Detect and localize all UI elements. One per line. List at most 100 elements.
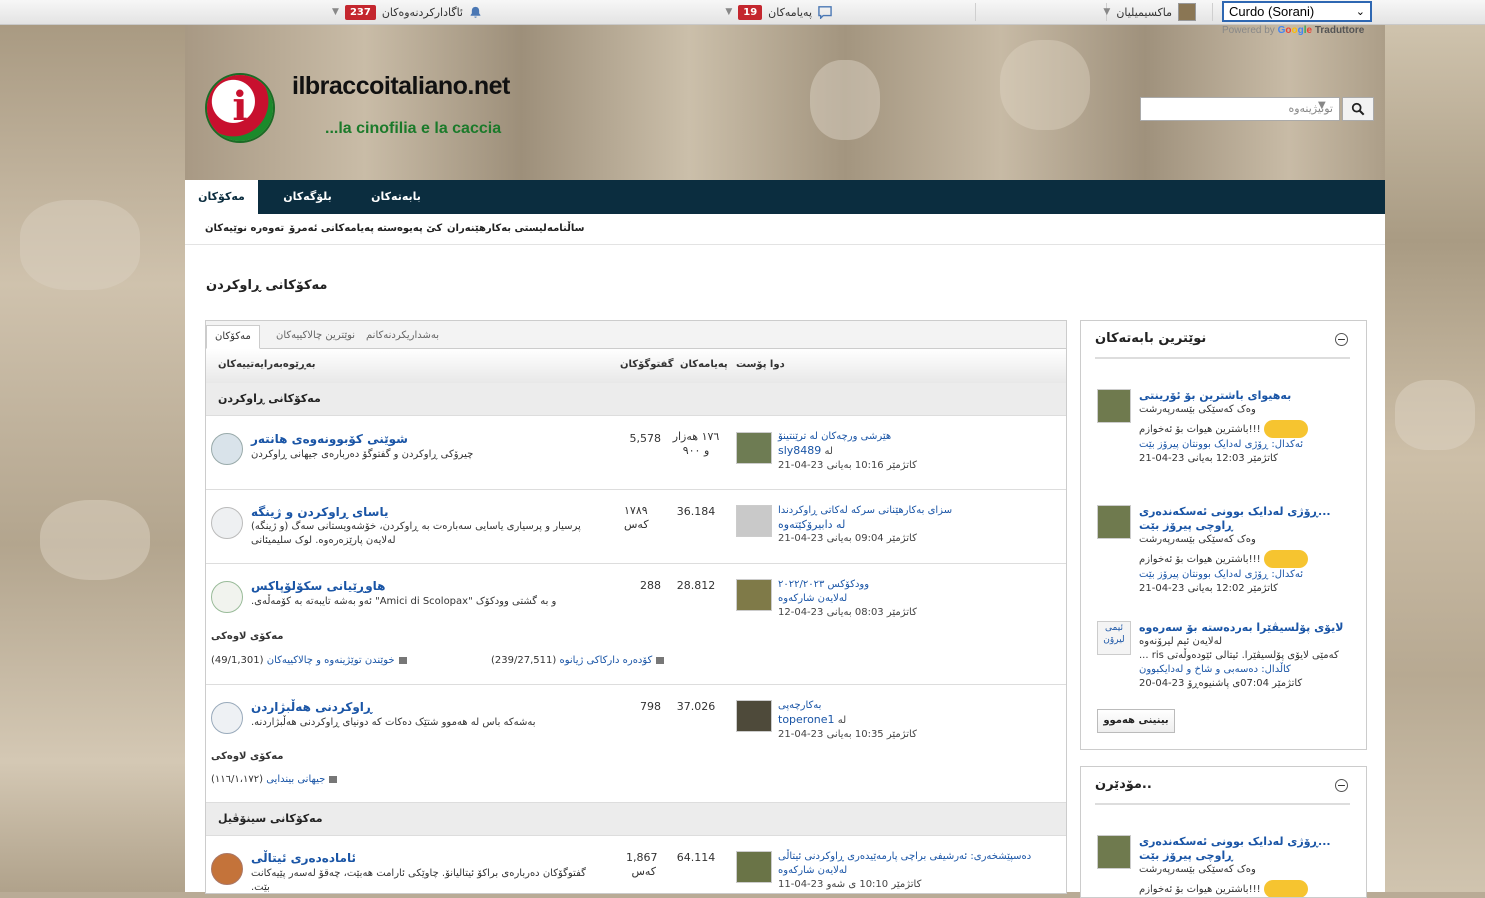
list-item: بەهیوای باشترین بۆ ئۆرینتی وەک کەسێکی بێ… [1095,389,1355,479]
subforum-link[interactable]: کۆدەرە دارکاکی ژیانوە (239/27,511) [491,655,665,666]
tab-forums-list[interactable]: مەکۆکان [206,325,260,349]
subnav-member-list[interactable]: لیستی بەکارهێنەران [447,223,547,234]
forum-table-header: بەڕێوەبەرایەتییەکان گفتوگۆکان پەیامەکان … [206,349,1066,384]
messages-menu[interactable]: پەیامەکان 19 ▼ [725,0,832,24]
translate-brand: Traduttore [1314,25,1365,36]
divider [1095,357,1350,359]
language-select-value: Curdo (Sorani) [1229,4,1315,19]
topic-date: کاتژمێر 12:03 بەیانی ‎21-04-23 [1139,453,1278,464]
chevron-down-icon: ⌄ [1355,6,1365,18]
last-post-date: کاتژمێر 10:35 بەیانی ‎21-04-23 [778,729,917,740]
last-post-user[interactable]: لەلایەن شارکەوە [778,864,1058,878]
last-post-title[interactable]: هێرشی ورچەکان لە ترێنتینۆ [778,430,1058,444]
notifications-menu[interactable]: ئاگادارکردنەوەکان 237 ▼ [332,0,482,24]
avatar [1178,3,1196,21]
topic-user: لەلایەن ئیم لیرۆنەوە [1139,636,1223,647]
subforum-link[interactable]: خوێندن توێژینەوە و چالاکییەکان (49/1,301… [211,655,407,666]
language-select[interactable]: Curdo (Sorani) ⌄ [1222,1,1372,22]
avatar[interactable]: ئیمی لیرۆن [1097,621,1131,655]
tab-my-participation[interactable]: بەشداریکردنەکانم [358,325,447,347]
last-post-user[interactable]: لە دابیرۆکێتەوە [778,518,1058,532]
topics-count: 288 [640,579,661,592]
main-nav: مەکۆکان بلۆگەکان بابەتەکان [185,180,1385,214]
top-bar: ئاگادارکردنەوەکان 237 ▼ پەیامەکان 19 ▼ م… [0,0,1485,25]
subnav-todays-posts[interactable]: پەیامەکانی ئەمرۆ [289,223,374,234]
tab-latest-activity[interactable]: نوێترین چالاکییەکان [268,325,363,347]
topic-user: وەک کەسێکی بێسەرپەرشت [1139,864,1256,875]
category-header[interactable]: مەکۆکانی سینۆڤیل [206,803,1066,836]
see-all-button[interactable]: بینینی هەموو [1097,709,1175,733]
last-post-title[interactable]: دەسپێشخەری: ئەرشیفی براچی پارمەێیدەری ڕا… [778,850,1058,864]
forum-title[interactable]: ئامادەدەری ئیتاڵی [251,851,356,865]
collapse-icon[interactable]: − [1335,779,1348,792]
site-name[interactable]: ilbraccoitaliano.net [292,72,510,101]
messages-badge: 19 [738,4,763,20]
chevron-down-icon: ▼ [1103,7,1111,17]
last-post: سزای بەکارهێنانی سرکە لەکاتی ڕاوکردندا ل… [778,504,1058,546]
forum-row: هاوڕێیانی سکۆلۆپاکس و بە گشتی وودکۆک "Am… [206,564,1066,685]
divider [1095,803,1350,805]
latest-topics-widget: نوێترین بابەتەکان − بەهیوای باشترین بۆ ئ… [1080,320,1367,750]
forum-row: ئامادەدەری ئیتاڵی گفتوگۆکان دەربارەی برا… [206,836,1066,893]
avatar[interactable] [1097,835,1131,869]
user-menu[interactable]: ماکسیمیلیان ▼ [1103,0,1196,24]
tab-articles[interactable]: بابەتەکان [357,180,435,214]
chevron-down-icon[interactable]: ▼ [1318,100,1326,111]
page-title: مەکۆکانی ڕاوکردن [206,278,328,293]
forum-title[interactable]: شوێنی کۆبوونەوەی هانتەر [251,432,408,446]
chat-icon [818,5,832,19]
last-post-user[interactable]: toperone1 [778,713,835,726]
forum-description: بەشەکە باس لە هەموو شتێک دەکات کە دونیای… [251,717,536,728]
last-post: دەسپێشخەری: ئەرشیفی براچی پارمەێیدەری ڕا… [778,850,1058,892]
topic-title[interactable]: ...ڕۆژی لەدایک بوونی ئەسکەندەری ڕاوچی پی… [1139,505,1351,533]
forum-row: ڕاوکردنی هەڵبژاردن بەشەکە باس لە هەموو ش… [206,685,1066,803]
last-post-date: کاتژمێر 09:04 بەیانی ‎21-04-23 [778,533,917,544]
last-post-thumbnail[interactable] [736,700,772,732]
forum-title[interactable]: ڕاوکردنی هەڵبژاردن [251,700,372,714]
col-posts: پەیامەکان [680,359,728,370]
forum-list: مەکۆکان نوێترین چالاکییەکان بەشداریکردنە… [205,320,1067,894]
topic-title[interactable]: لایۆی پۆلسیڤێرا بەردەستە بۆ سەرەوە [1139,621,1351,635]
last-post-title[interactable]: وودکۆکس ٢٠٢٢/٢٠٢٣ [778,578,1058,592]
posts-count: 36.184 [676,505,716,518]
last-post-user[interactable]: لەلایەن شارکەوە [778,592,1058,606]
subnav-new-topics[interactable]: تەوەرە نوێیەکان [205,223,284,234]
topic-title[interactable]: ...ڕۆژی لەدایک بوونی ئەسکەندەری ڕاوچی پی… [1139,835,1351,863]
smiley-icon [1263,550,1308,568]
user-name: ماکسیمیلیان [1116,5,1172,19]
list-item: ئیمی لیرۆن لایۆی پۆلسیڤێرا بەردەستە بۆ س… [1095,621,1355,701]
smiley-icon [1263,420,1308,438]
chevron-down-icon: ▼ [725,7,733,17]
subforums-label: مەکۆی لاوەکی [211,751,284,762]
search-input[interactable]: تونیژینەوە [1140,97,1340,121]
last-post-user[interactable]: sly8489 [778,444,821,457]
search-button[interactable] [1342,97,1374,121]
forum-icon [211,433,243,465]
subforums-label: مەکۆی لاوەکی [211,631,284,642]
last-post-thumbnail[interactable] [736,851,772,883]
topic-last-reply[interactable]: ئەکدال: ڕۆژی لەدایک بوونتان پیرۆز بێت [1139,438,1351,452]
tab-forums[interactable]: مەکۆکان [185,180,258,214]
last-post-thumbnail[interactable] [736,579,772,611]
subforum-link[interactable]: جیهانی بیندایی (١١٦/١،١٧٢) [211,774,338,785]
subnav-who-online[interactable]: کێ پەیوەستە [377,223,442,234]
tab-blogs[interactable]: بلۆگەکان [258,180,357,214]
last-post-title[interactable]: بەکارچەپی [778,699,1058,713]
forum-icon [211,581,243,613]
last-post-thumbnail[interactable] [736,505,772,537]
avatar[interactable] [1097,505,1131,539]
topic-last-reply[interactable]: کاڵدال: دەسەبی و شاخ و لەدایکبوون [1139,663,1351,677]
topic-last-reply[interactable]: ئەکدال: ڕۆژی لەدایک بوونتان پیرۆز بێت [1139,568,1351,582]
collapse-icon[interactable]: − [1335,333,1348,346]
subnav-calendar[interactable]: ساڵنامە [547,223,584,234]
forum-description: و بە گشتی وودکۆک "Amici di Scolopax" ئەو… [251,596,557,607]
widget-title: نوێترین بابەتەکان [1095,331,1207,346]
last-post-title[interactable]: سزای بەکارهێنانی سرکە لەکاتی ڕاوکردندا [778,504,1058,518]
last-post-thumbnail[interactable] [736,432,772,464]
avatar[interactable] [1097,389,1131,423]
topic-title[interactable]: بەهیوای باشترین بۆ ئۆرینتی [1139,389,1351,403]
last-post-date: کاتژمێر 10:10 ی شەو ‎11-04-23 [778,879,922,890]
forum-title[interactable]: هاوڕێیانی سکۆلۆپاکس [251,579,385,593]
category-header[interactable]: مەکۆکانی ڕاوکردن [206,383,1066,416]
forum-title[interactable]: یاسای ڕاوکردن و ژینگە [251,505,388,519]
